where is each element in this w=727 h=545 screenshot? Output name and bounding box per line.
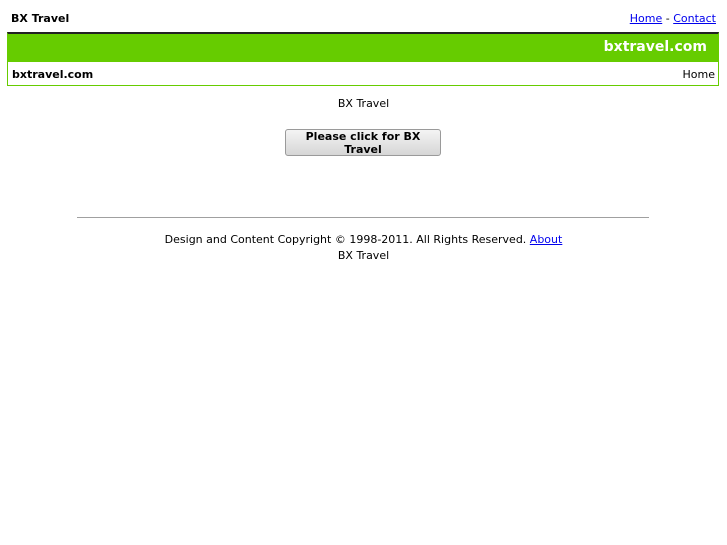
banner: bxtravel.com bxtravel.com Home	[7, 32, 719, 86]
page-heading: BX Travel	[337, 97, 390, 110]
copyright-text: Design and Content Copyright © 1998-2011…	[164, 233, 530, 246]
nav-separator: -	[662, 12, 674, 25]
breadcrumb-site: bxtravel.com	[12, 68, 94, 81]
top-bar: BX Travel Home - Contact	[0, 0, 727, 32]
click-for-bx-travel-button[interactable]: Please click for BX Travel	[285, 129, 441, 156]
banner-green-bar: bxtravel.com	[8, 34, 718, 62]
breadcrumb-home: Home	[682, 68, 715, 81]
footer-copyright: Design and Content Copyright © 1998-2011…	[0, 233, 727, 246]
site-title: BX Travel	[11, 12, 70, 25]
banner-domain: bxtravel.com	[603, 39, 707, 55]
footer-divider	[77, 217, 649, 218]
about-link[interactable]: About	[530, 233, 563, 246]
home-link[interactable]: Home	[630, 12, 662, 25]
top-nav: Home - Contact	[630, 12, 716, 25]
contact-link[interactable]: Contact	[673, 12, 716, 25]
footer-site-name: BX Travel	[337, 249, 390, 262]
